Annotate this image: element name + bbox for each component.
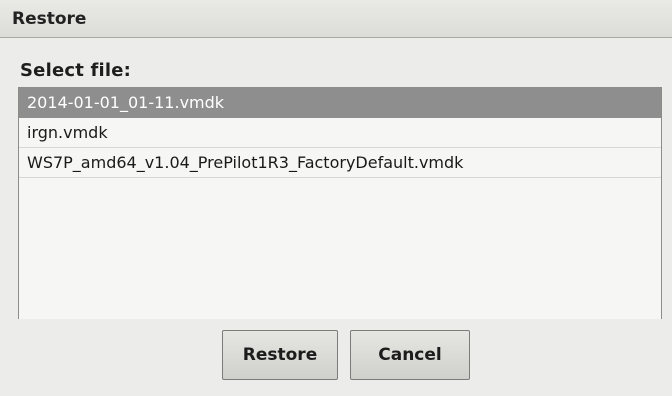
restore-dialog: { "window": { "title": "Restore" }, "dia… <box>0 0 672 396</box>
file-list[interactable]: 2014-01-01_01-11.vmdk irgn.vmdk WS7P_amd… <box>18 87 662 319</box>
file-list-item-selected[interactable]: 2014-01-01_01-11.vmdk <box>19 88 661 118</box>
file-list-item[interactable]: WS7P_amd64_v1.04_PrePilot1R3_FactoryDefa… <box>19 148 661 178</box>
select-file-label: Select file: <box>20 60 132 81</box>
window-title: Restore <box>12 9 87 29</box>
title-bar: Restore <box>0 0 672 38</box>
restore-button[interactable]: Restore <box>222 330 338 380</box>
file-list-item[interactable]: irgn.vmdk <box>19 118 661 148</box>
cancel-button[interactable]: Cancel <box>350 330 470 380</box>
button-row: Restore Cancel <box>0 330 672 380</box>
